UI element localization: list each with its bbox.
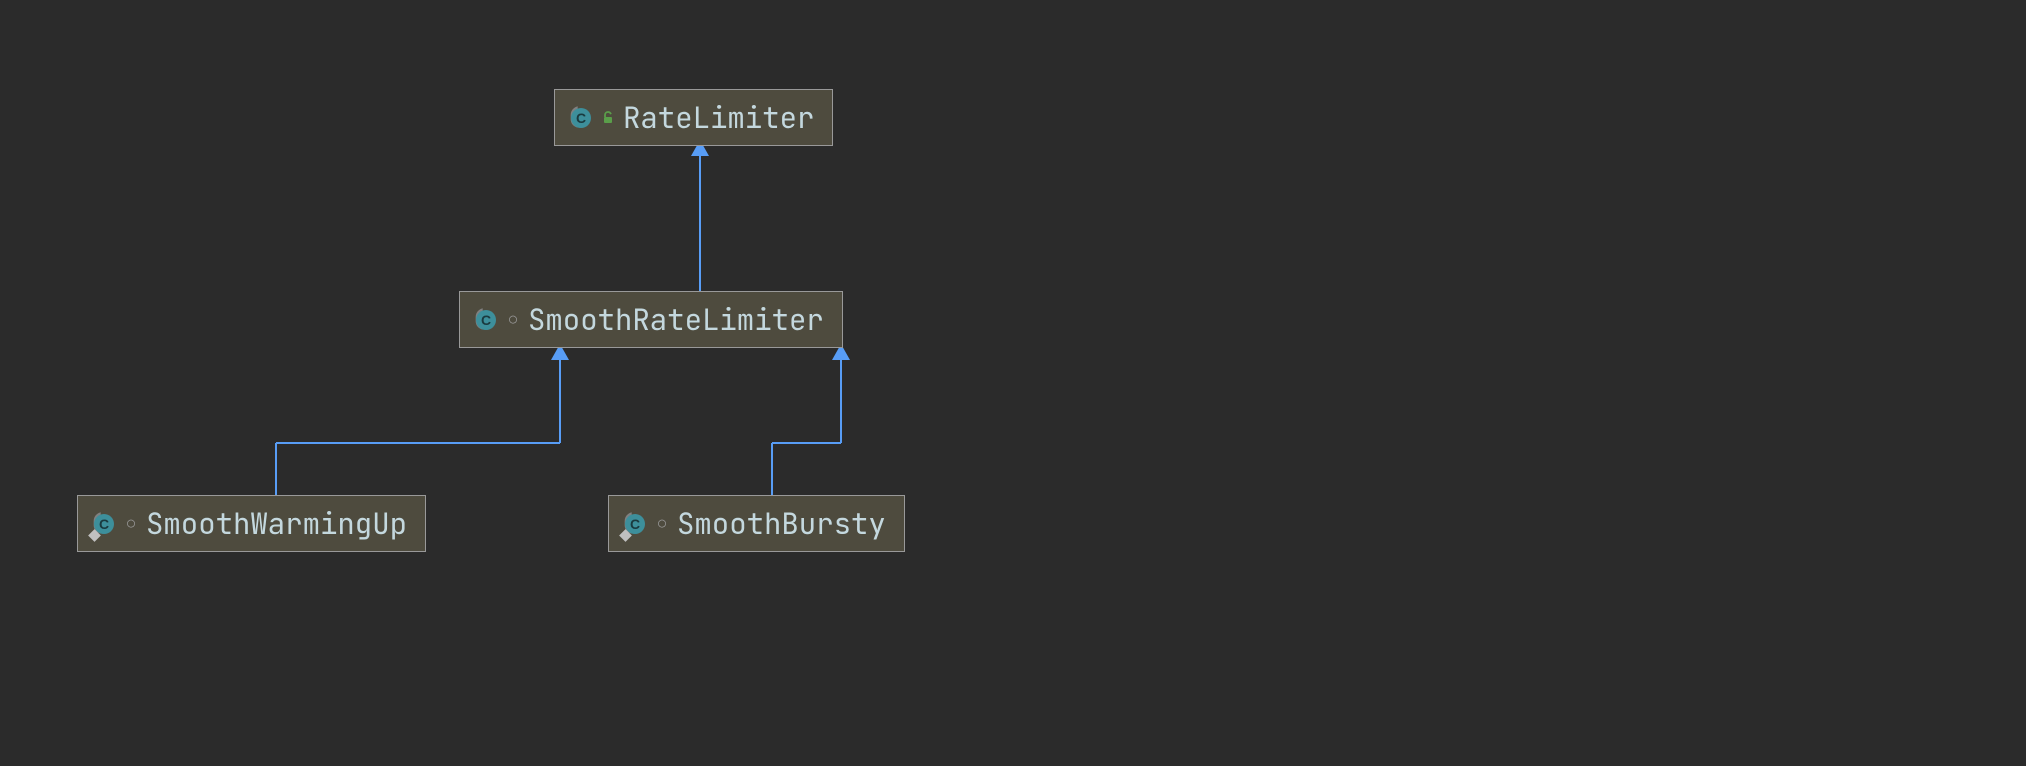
extends-connector [772,344,850,495]
package-private-icon: ○ [124,517,138,531]
class-node-smooth-warming-up[interactable]: ( C ○ SmoothWarmingUp [77,495,426,552]
class-label: RateLimiter [623,98,814,137]
class-diagram: ( C RateLimiter ( C ○ SmoothRateLimiter … [0,0,2026,766]
class-node-rate-limiter[interactable]: ( C RateLimiter [554,89,833,146]
class-node-smooth-rate-limiter[interactable]: ( C ○ SmoothRateLimiter [459,291,843,348]
unlock-icon [601,111,615,125]
connector-layer [0,0,2026,766]
package-private-icon: ○ [506,313,520,327]
abstract-class-icon: ( C [621,511,647,537]
class-label: SmoothBursty [677,504,886,543]
extends-connector [691,140,709,291]
abstract-class-icon: ( C [472,307,498,333]
abstract-class-icon: ( C [90,511,116,537]
abstract-class-icon: ( C [567,105,593,131]
class-label: SmoothWarmingUp [146,504,407,543]
class-label: SmoothRateLimiter [528,300,824,339]
extends-connector [276,344,569,495]
package-private-icon: ○ [655,517,669,531]
class-node-smooth-bursty[interactable]: ( C ○ SmoothBursty [608,495,905,552]
